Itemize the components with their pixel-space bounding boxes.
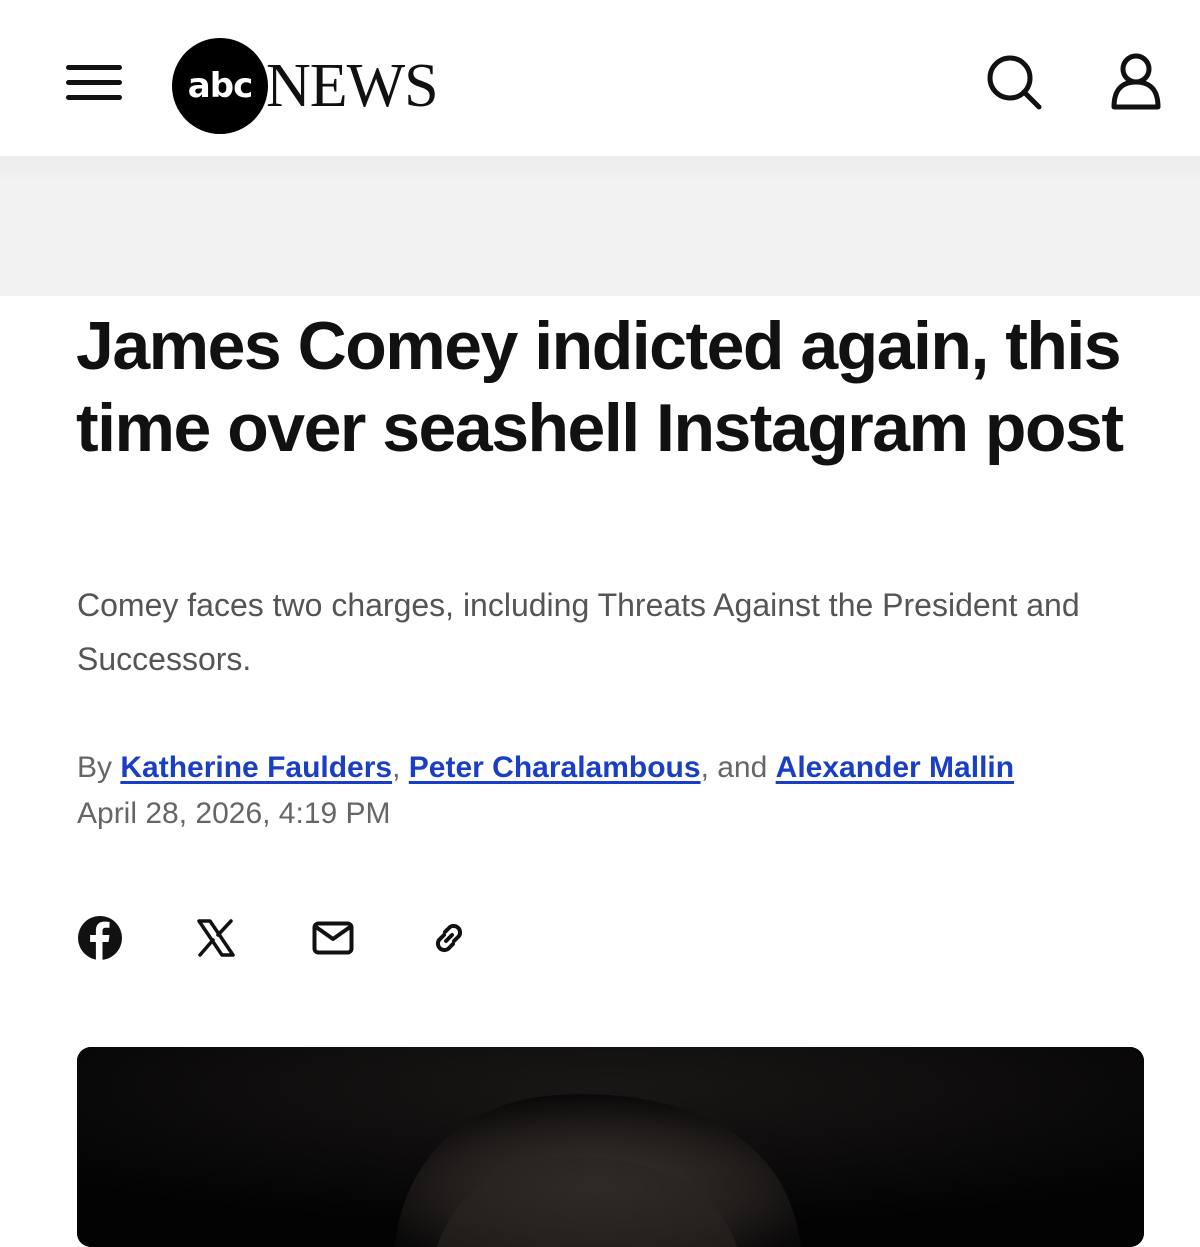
logo-news-wordmark: NEWS	[266, 51, 439, 120]
link-icon[interactable]	[425, 914, 473, 962]
author-link[interactable]: Katherine Faulders	[120, 751, 392, 784]
byline: By Katherine Faulders, Peter Charalambou…	[77, 748, 1177, 788]
publish-date: April 28, 2026, 4:19 PM	[77, 797, 391, 830]
site-header: abc NEWS	[0, 0, 1200, 156]
byline-separator: ,	[392, 751, 401, 784]
article-photo	[77, 1047, 1144, 1247]
author-link[interactable]: Alexander Mallin	[776, 751, 1014, 784]
abc-logo-circle: abc	[172, 38, 268, 134]
x-icon[interactable]	[192, 914, 240, 962]
facebook-icon[interactable]	[76, 914, 124, 962]
byline-separator: , and	[700, 751, 768, 784]
hamburger-menu-icon[interactable]	[64, 60, 124, 104]
user-icon[interactable]	[1106, 50, 1166, 112]
byline-prefix: By	[77, 751, 113, 784]
author-link[interactable]: Peter Charalambous	[409, 751, 701, 784]
article-subheadline: Comey faces two charges, including Threa…	[77, 587, 1080, 677]
search-icon[interactable]	[984, 52, 1044, 112]
abc-news-logo[interactable]: abc NEWS	[172, 38, 439, 134]
article-headline: James Comey indicted again, this time ov…	[76, 308, 1124, 466]
email-icon[interactable]	[309, 914, 357, 962]
ad-placeholder-band	[0, 156, 1200, 296]
photo-content	[77, 1047, 1144, 1247]
